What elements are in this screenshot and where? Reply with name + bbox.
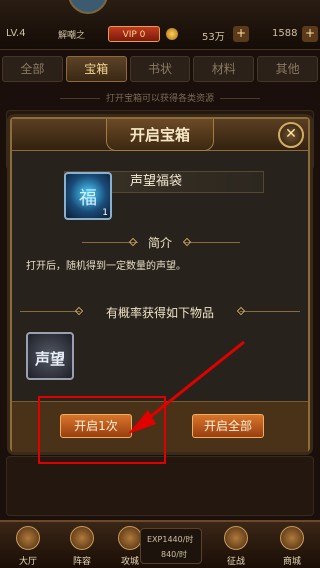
nav-hall[interactable]: 大厅 bbox=[6, 526, 50, 568]
list-item bbox=[6, 456, 314, 516]
top-status-bar: LV.4 解嘲之 VIP 0 53万 + 1588 + bbox=[0, 0, 320, 50]
close-icon[interactable]: ✕ bbox=[278, 122, 304, 148]
reward-text: 声望 bbox=[34, 350, 65, 368]
tab-letters[interactable]: 书状 bbox=[129, 56, 191, 82]
add-gold-button[interactable]: + bbox=[233, 26, 249, 42]
hourglass-icon bbox=[118, 526, 142, 550]
highlight-box bbox=[38, 396, 166, 464]
exp-rate: EXP1440/时 bbox=[147, 535, 194, 544]
nav-lineup[interactable]: 阵容 bbox=[60, 526, 104, 568]
lineup-icon bbox=[70, 526, 94, 550]
gold-rate: 840/时 bbox=[161, 550, 187, 559]
nav-label: 征战 bbox=[226, 557, 245, 567]
item-description: 打开后，随机得到一定数量的声望。 bbox=[26, 261, 186, 272]
add-diamond-button[interactable]: + bbox=[302, 26, 318, 42]
tab-materials[interactable]: 材料 bbox=[193, 56, 255, 82]
nav-label: 阵容 bbox=[72, 557, 91, 567]
player-level: LV.4 bbox=[6, 28, 26, 39]
idle-income-panel[interactable]: EXP1440/时 840/时 bbox=[140, 528, 202, 564]
player-avatar[interactable] bbox=[68, 0, 108, 14]
nav-campaign[interactable]: 征战 bbox=[214, 526, 258, 568]
diamond-amount: 1588 bbox=[272, 28, 298, 39]
nav-label: 商城 bbox=[282, 557, 301, 567]
tab-chest[interactable]: 宝箱 bbox=[65, 56, 127, 82]
shop-icon bbox=[280, 526, 304, 550]
gold-coin-icon bbox=[166, 28, 178, 40]
rewards-heading: 有概率获得如下物品 bbox=[105, 306, 214, 320]
lucky-bag-icon: 福 1 bbox=[64, 172, 112, 220]
nav-shop[interactable]: 商城 bbox=[270, 526, 314, 568]
reputation-icon[interactable]: 声望 bbox=[26, 332, 74, 380]
open-all-button[interactable]: 开启全部 bbox=[192, 414, 264, 438]
player-name: 解嘲之 bbox=[58, 31, 86, 41]
bag-tabs: 全部 宝箱 书状 材料 其他 bbox=[2, 56, 318, 82]
item-count: 1 bbox=[102, 208, 108, 218]
tab-all[interactable]: 全部 bbox=[2, 56, 63, 82]
item-name: 声望福袋 bbox=[130, 174, 183, 189]
tab-other[interactable]: 其他 bbox=[257, 56, 318, 82]
item-icon-glyph: 福 bbox=[79, 188, 97, 209]
vip-badge[interactable]: VIP 0 bbox=[108, 26, 160, 42]
intro-heading: 简介 bbox=[147, 236, 172, 250]
stat-row: LV.4 解嘲之 VIP 0 53万 + 1588 + bbox=[0, 26, 320, 46]
tab-hint: 打开宝箱可以获得各类资源 bbox=[0, 91, 320, 104]
gold-amount: 53万 bbox=[202, 32, 225, 43]
dialog-header: 开启宝箱 ✕ bbox=[12, 119, 308, 151]
sword-icon bbox=[224, 526, 248, 550]
hall-icon bbox=[16, 526, 40, 550]
nav-label: 大厅 bbox=[18, 557, 37, 567]
dialog-title: 开启宝箱 bbox=[129, 126, 190, 144]
